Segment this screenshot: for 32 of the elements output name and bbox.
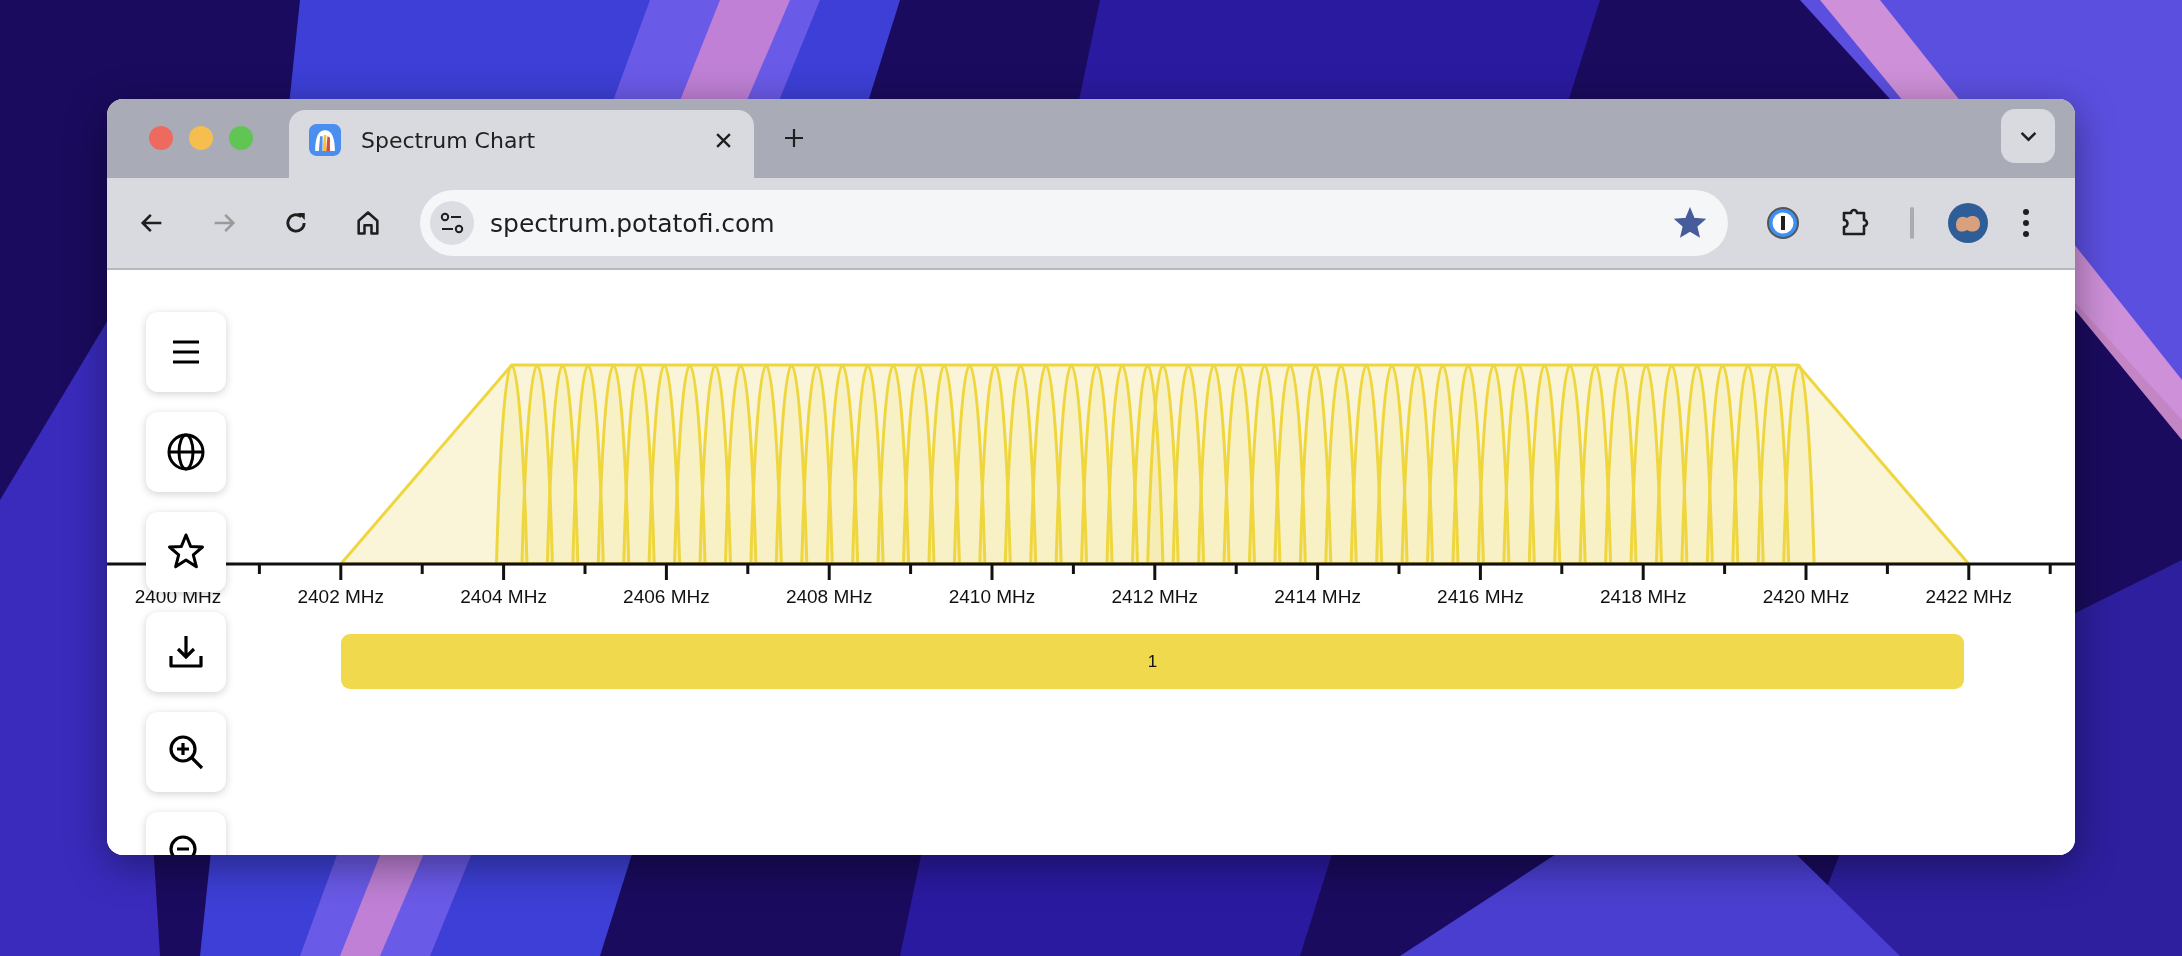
password-manager-icon[interactable] bbox=[1766, 206, 1800, 240]
menu-button[interactable] bbox=[146, 312, 226, 392]
bookmark-star-icon[interactable] bbox=[1674, 207, 1706, 239]
axis-label: 2406 MHz bbox=[623, 586, 710, 607]
site-settings-icon[interactable] bbox=[430, 201, 474, 245]
profile-avatar-icon[interactable] bbox=[1948, 203, 1988, 243]
chevron-down-icon bbox=[2019, 130, 2037, 142]
home-icon[interactable] bbox=[354, 209, 382, 237]
new-tab-icon[interactable] bbox=[784, 128, 804, 148]
app-logo-icon bbox=[309, 124, 341, 156]
axis-label: 2418 MHz bbox=[1599, 586, 1687, 607]
axis-label: 2416 MHz bbox=[1437, 586, 1524, 607]
axis-label: 2402 MHz bbox=[297, 586, 385, 607]
channel-bar[interactable]: 1 bbox=[341, 634, 1964, 689]
address-bar[interactable]: spectrum.potatofi.com bbox=[420, 190, 1728, 256]
globe-icon bbox=[166, 432, 206, 472]
axis-label: 2404 MHz bbox=[460, 586, 547, 607]
download-button[interactable] bbox=[146, 612, 226, 692]
axis-label: 2410 MHz bbox=[948, 586, 1036, 607]
zoom-in-icon bbox=[166, 732, 206, 772]
close-tab-icon[interactable] bbox=[715, 131, 732, 149]
globe-button[interactable] bbox=[146, 412, 226, 492]
url-text: spectrum.potatofi.com bbox=[490, 208, 775, 238]
browser-tab[interactable]: Spectrum Chart bbox=[289, 110, 754, 178]
axis-label: 2408 MHz bbox=[785, 586, 873, 607]
more-menu-icon[interactable] bbox=[2022, 208, 2030, 238]
axis-label: 2420 MHz bbox=[1762, 586, 1850, 607]
zoom-in-button[interactable] bbox=[146, 712, 226, 792]
axis-label: 2414 MHz bbox=[1274, 586, 1361, 607]
axis-label: 2412 MHz bbox=[1111, 586, 1199, 607]
axis-label: 2422 MHz bbox=[1925, 586, 2013, 607]
star-button[interactable] bbox=[146, 512, 226, 592]
